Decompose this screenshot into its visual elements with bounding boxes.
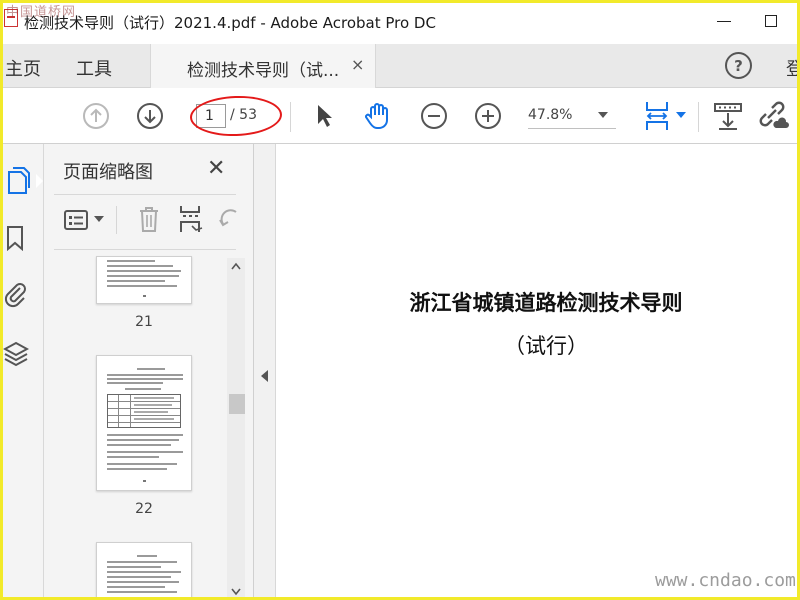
page-thumbnail[interactable] [96,355,192,491]
title-bar: 中国道桥网 检测技术导则（试行）2021.4.pdf - Adobe Acrob… [0,0,800,44]
fit-dropdown-icon[interactable] [676,112,686,120]
red-highlight-ellipse [189,94,283,138]
zoom-underline [528,128,616,129]
attachment-icon[interactable] [4,280,28,308]
delete-page-icon[interactable] [136,204,162,234]
minimize-icon [717,20,731,22]
document-title: 浙江省城镇道路检测技术导则 [409,290,683,315]
thumbnails-panel: 页面缩略图 ✕ 21 22 [44,144,254,600]
toolbar-separator [698,102,699,132]
tab-close-icon[interactable]: × [351,55,364,74]
document-subtitle: （试行） [504,334,588,358]
thumbnail-scrollbar[interactable] [227,258,245,600]
page-thumbnail[interactable] [96,542,192,600]
options-dropdown-icon[interactable] [94,216,104,224]
panel-collapse-handle[interactable] [254,144,276,600]
previous-page-icon[interactable] [82,102,110,130]
panel-divider [54,194,236,195]
panel-divider [54,249,236,250]
page-thumbnails-icon[interactable] [5,166,31,196]
page-thumbnail-number: 22 [135,501,153,517]
zoom-out-icon[interactable] [420,102,448,130]
thumbnail-options-icon[interactable] [62,208,90,232]
minimize-button[interactable] [711,8,737,34]
tab-document[interactable]: 检测技术导则（试... × [150,44,376,88]
maximize-icon [765,15,777,27]
panel-close-icon[interactable]: ✕ [207,156,225,181]
maximize-button[interactable] [758,8,784,34]
sign-in-link[interactable]: 登 [786,55,800,81]
select-cursor-icon[interactable] [312,102,336,130]
zoom-in-icon[interactable] [474,102,502,130]
rotate-page-icon[interactable] [218,206,240,232]
fit-width-icon[interactable] [642,98,672,134]
tab-bar: 主页 工具 检测技术导则（试... × [0,44,800,88]
scroll-up-icon[interactable] [231,262,241,270]
page-thumbnail-number: 21 [135,314,153,330]
insert-page-icon[interactable] [178,204,204,234]
scroll-down-icon[interactable] [231,588,241,596]
active-pointer-icon [36,174,43,188]
watermark-bottom: www.cndao.com [655,570,796,591]
zoom-dropdown-icon[interactable] [598,112,608,118]
panel-title: 页面缩略图 [63,162,153,183]
bookmark-icon[interactable] [5,224,25,252]
panel-separator [116,206,117,234]
hand-tool-icon[interactable] [362,100,394,132]
scrollbar-thumb[interactable] [229,394,245,414]
zoom-level[interactable]: 47.8% [528,107,572,123]
document-page: 浙江省城镇道路检测技术导则 （试行） [276,144,800,600]
window-title: 检测技术导则（试行）2021.4.pdf - Adobe Acrobat Pro… [24,14,436,32]
next-page-icon[interactable] [136,102,164,130]
tab-tools[interactable]: 工具 [76,55,112,81]
help-icon[interactable]: ? [725,52,752,79]
page-thumbnail[interactable] [96,256,192,304]
toolbar: 1 / 53 47.8% [0,88,800,144]
left-navigation-rail [0,144,44,600]
share-link-icon[interactable] [756,100,790,132]
toolbar-separator [290,102,291,132]
tab-document-label: 检测技术导则（试... [187,61,340,81]
tab-home[interactable]: 主页 [5,55,41,81]
layers-icon[interactable] [3,340,29,368]
collapse-arrow-icon[interactable] [261,370,268,382]
scroll-mode-icon[interactable] [712,100,744,132]
